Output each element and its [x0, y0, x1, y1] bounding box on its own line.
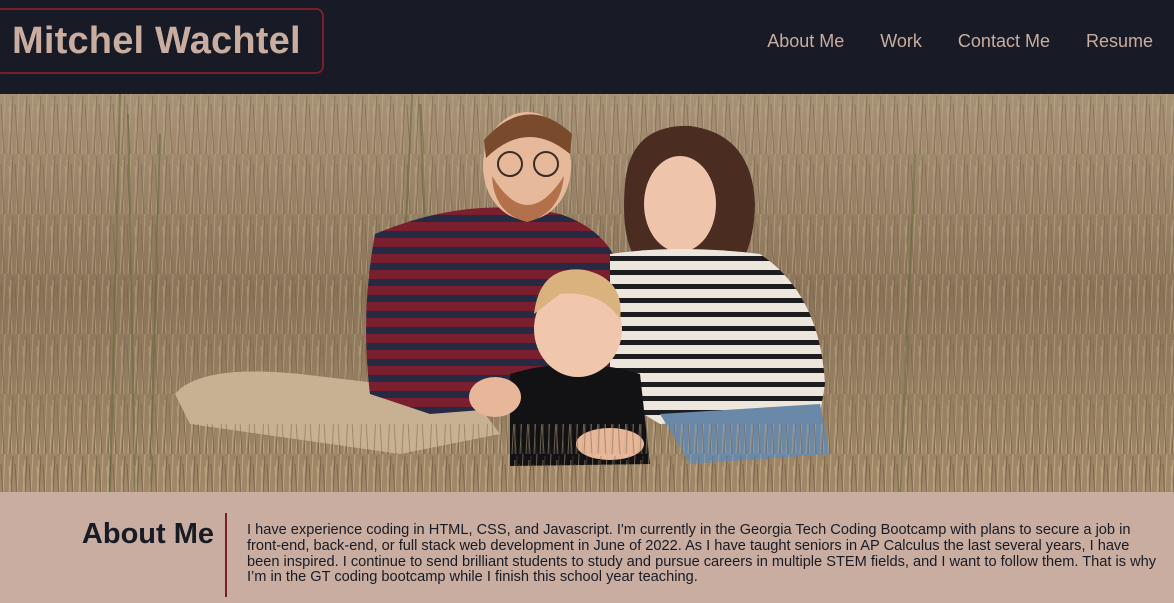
nav-resume[interactable]: Resume — [1086, 31, 1153, 52]
about-divider — [225, 513, 227, 597]
about-section: About Me I have experience coding in HTM… — [0, 492, 1174, 603]
site-logo[interactable]: Mitchel Wachtel — [0, 8, 324, 74]
about-heading: About Me — [81, 518, 214, 550]
about-paragraph: I have experience coding in HTML, CSS, a… — [247, 522, 1157, 586]
hero-family-photo — [0, 94, 1174, 492]
nav-about-me[interactable]: About Me — [767, 31, 844, 52]
main-nav: About Me Work Contact Me Resume — [731, 0, 1153, 82]
nav-contact-me[interactable]: Contact Me — [958, 31, 1050, 52]
site-title: Mitchel Wachtel — [12, 19, 301, 62]
family-photo — [0, 94, 1174, 492]
site-header: Mitchel Wachtel About Me Work Contact Me… — [0, 0, 1174, 94]
nav-work[interactable]: Work — [880, 31, 922, 52]
